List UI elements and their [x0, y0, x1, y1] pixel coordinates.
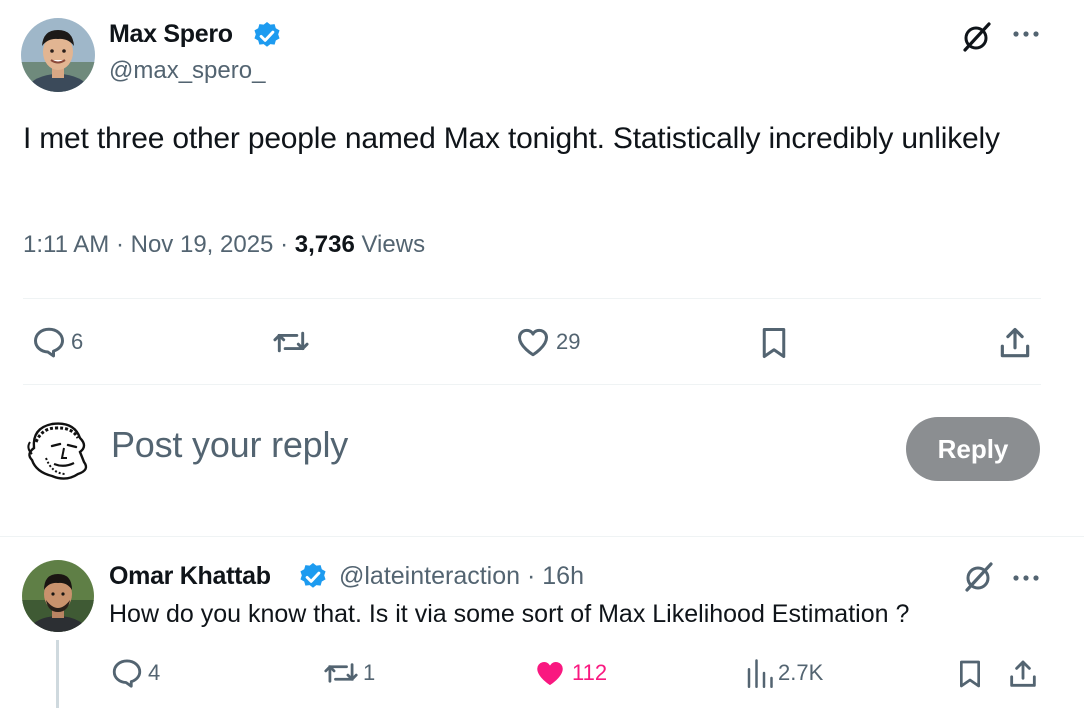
like-action[interactable]: 112	[532, 656, 607, 690]
thread-line	[56, 640, 59, 708]
reply-button[interactable]: Reply	[906, 417, 1040, 481]
bookmark-action[interactable]	[954, 656, 986, 692]
section-divider	[0, 536, 1084, 537]
divider	[23, 384, 1041, 385]
repost-icon	[323, 656, 359, 690]
author-handle[interactable]: @max_spero_	[109, 57, 265, 85]
share-action[interactable]	[996, 324, 1034, 362]
author-avatar[interactable]	[21, 18, 95, 92]
more-icon[interactable]	[1011, 566, 1041, 590]
views-action[interactable]: 2.7K	[744, 656, 823, 690]
like-count: 112	[572, 660, 608, 685]
reply-author-name[interactable]: Omar Khattab	[109, 562, 271, 591]
bookmark-icon	[954, 656, 986, 692]
meta-separator: ·	[526, 562, 543, 590]
views-count: 3,736	[294, 231, 355, 258]
share-action[interactable]	[1006, 656, 1040, 692]
grok-icon[interactable]	[962, 560, 996, 594]
verified-badge-icon	[251, 20, 283, 52]
post-date[interactable]: Nov 19, 2025	[131, 231, 274, 258]
reply-icon	[31, 324, 67, 360]
verified-badge-icon	[297, 561, 329, 593]
views-count: 2.7K	[778, 660, 824, 685]
like-icon	[514, 324, 552, 360]
share-icon	[996, 324, 1034, 362]
divider	[23, 298, 1041, 299]
share-icon	[1006, 656, 1040, 692]
reply-text: How do you know that. Is it via some sor…	[109, 600, 910, 628]
reply-author-meta: @lateinteraction · 16h	[339, 562, 584, 591]
repost-action[interactable]	[272, 324, 310, 360]
meta-separator: ·	[280, 231, 295, 258]
bookmark-icon	[756, 324, 792, 362]
more-icon[interactable]	[1011, 22, 1041, 46]
repost-action[interactable]: 1	[323, 656, 375, 690]
post-text: I met three other people named Max tonig…	[23, 122, 1000, 155]
repost-icon	[272, 324, 310, 360]
reply-count: 6	[71, 329, 84, 354]
repost-count: 1	[363, 660, 376, 685]
reply-age[interactable]: 16h	[542, 562, 584, 590]
bookmark-action[interactable]	[756, 324, 792, 362]
meta-separator: ·	[115, 231, 131, 258]
reply-action[interactable]: 4	[110, 656, 160, 690]
reply-icon	[110, 656, 144, 690]
views-icon	[744, 656, 774, 690]
post-time[interactable]: 1:11 AM	[23, 231, 109, 258]
author-name[interactable]: Max Spero	[109, 20, 233, 49]
reply-action[interactable]: 6	[31, 324, 83, 360]
like-count: 29	[556, 329, 581, 354]
grok-icon[interactable]	[960, 20, 994, 54]
reply-count: 4	[148, 660, 161, 685]
views-label: Views	[361, 231, 426, 258]
like-action[interactable]: 29	[514, 324, 580, 360]
reply-input[interactable]: Post your reply	[111, 424, 348, 466]
post-metadata: 1:11 AM · Nov 19, 2025 · 3,736 Views	[23, 231, 425, 259]
reply-author-handle[interactable]: @lateinteraction	[339, 562, 520, 590]
reply-author-avatar[interactable]	[22, 560, 94, 632]
like-icon	[532, 656, 568, 690]
current-user-avatar[interactable]	[22, 418, 94, 484]
